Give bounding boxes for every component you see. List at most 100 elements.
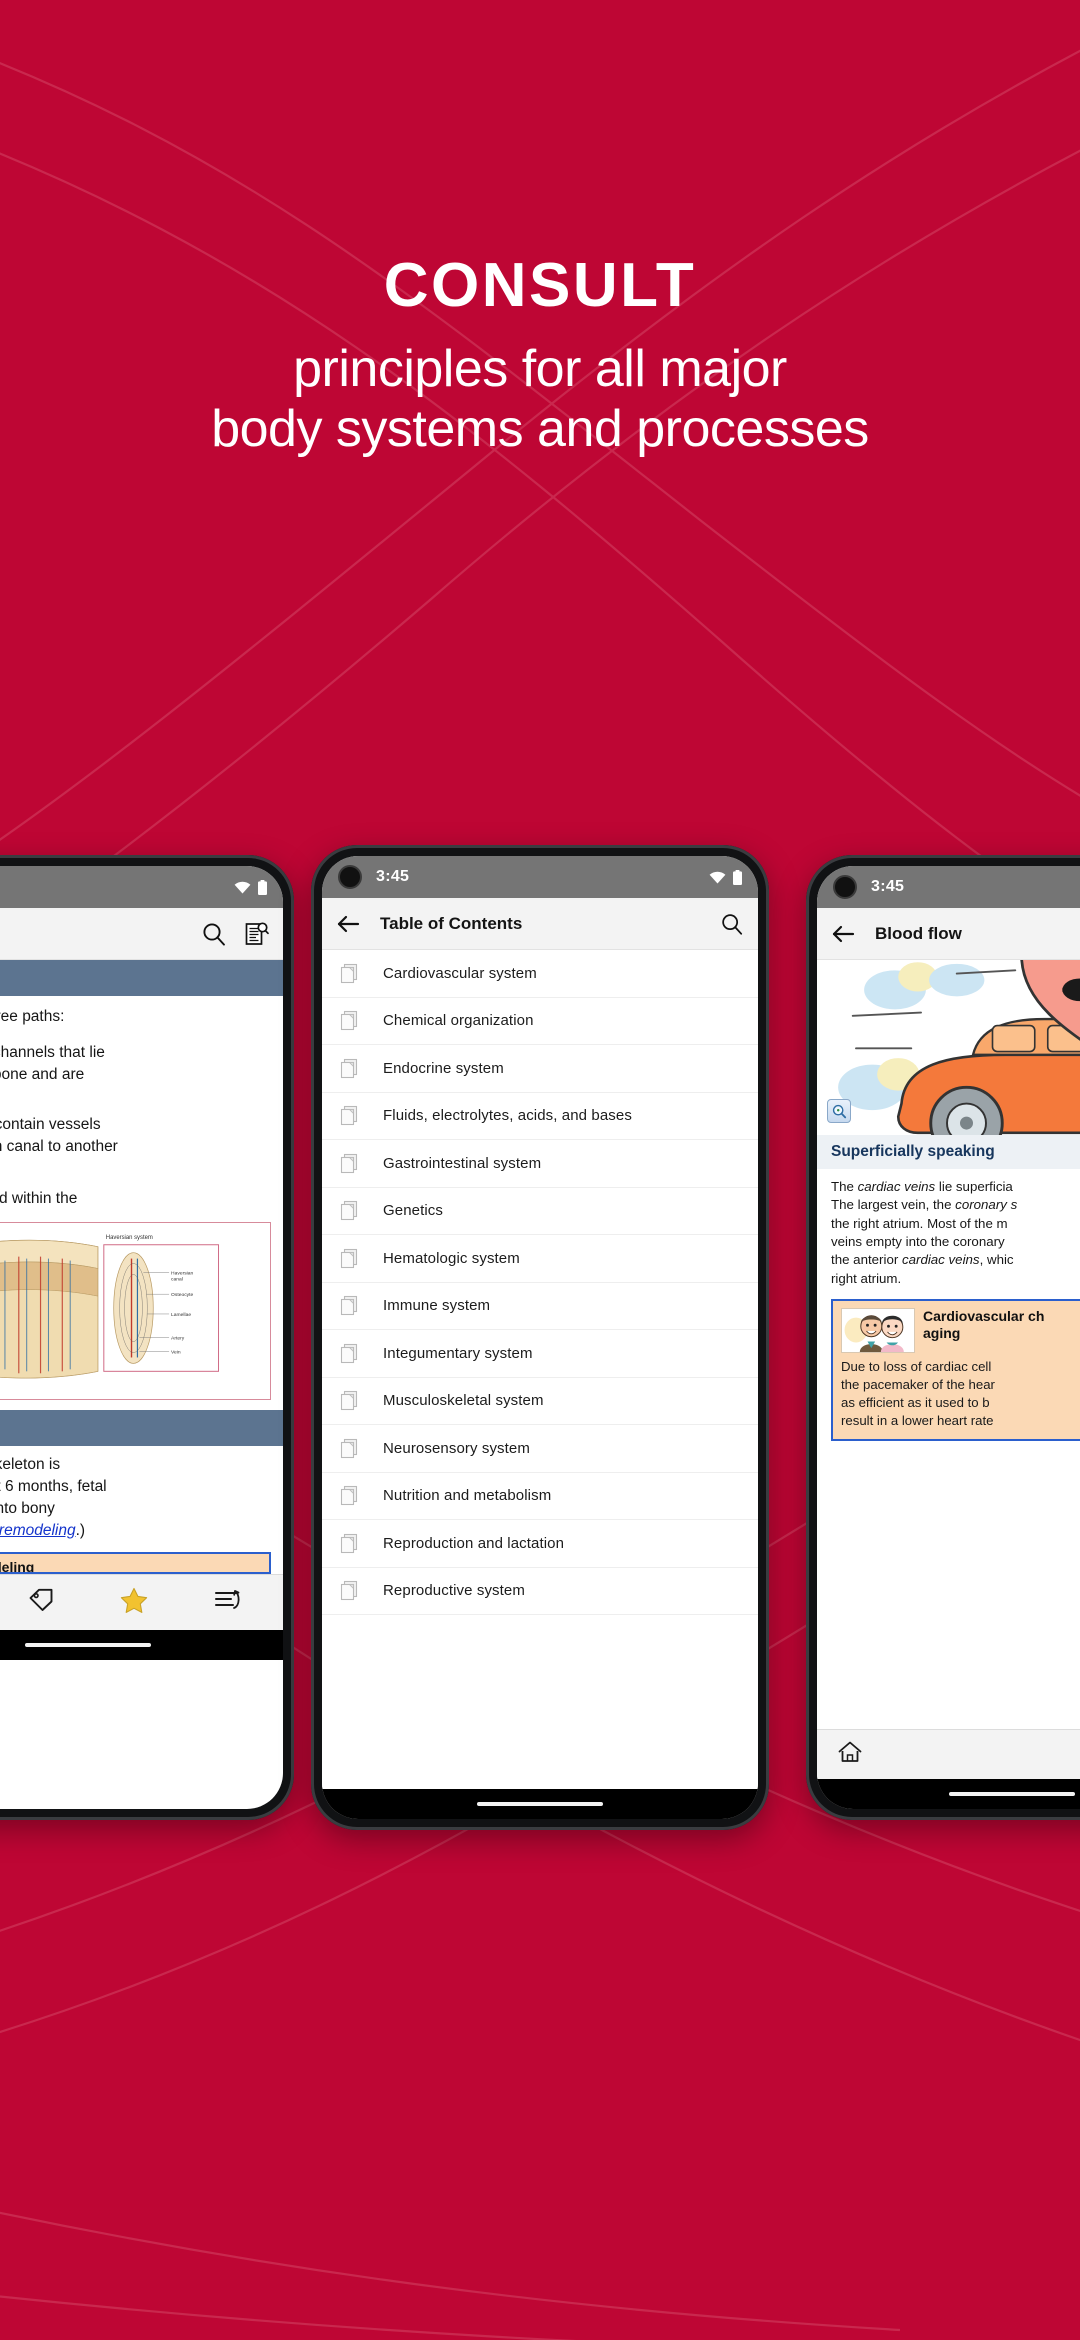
article-line: the anterior cardiac veins, whic <box>831 1252 1014 1268</box>
left-callout-box[interactable]: th and remodeling <box>0 1552 271 1574</box>
table-of-contents-list[interactable]: Cardiovascular system Chemical organizati… <box>322 950 758 1789</box>
status-icons <box>709 869 742 885</box>
section-heading: Superficially speaking <box>817 1135 1080 1169</box>
gesture-bar[interactable] <box>949 1792 1075 1796</box>
elderly-couple-illustration <box>841 1308 915 1354</box>
promo-subtitle-line-2: body systems and processes <box>211 400 869 459</box>
callout-line: Due to loss of cardiac cell <box>841 1359 992 1375</box>
list-item-label: Reproductive system <box>383 1582 525 1600</box>
status-bar-left: 3:45 <box>0 866 283 908</box>
document-icon <box>340 963 359 984</box>
doc-paragraph-1: es through three paths: <box>0 1008 65 1025</box>
list-item[interactable]: Reproduction and lactation <box>322 1520 758 1568</box>
list-item[interactable]: Hematologic system <box>322 1235 758 1283</box>
wifi-icon <box>234 881 251 893</box>
export-list-icon[interactable] <box>214 1588 242 1617</box>
list-item-label: Neurosensory system <box>383 1439 530 1457</box>
article-line: veins empty into the coronary <box>831 1234 1005 1250</box>
figure-label-haversian-canal: Haversian <box>171 1270 193 1276</box>
list-item[interactable]: Integumentary system <box>322 1330 758 1378</box>
document-body-left: es through three paths: nals, minute cha… <box>0 996 283 1400</box>
list-item-label: Gastrointestinal system <box>383 1154 542 1172</box>
gesture-bar[interactable] <box>25 1643 151 1647</box>
doc-paragraph-12: e growth and remodeling.) <box>0 1520 271 1542</box>
callout-title-line-1: Cardiovascular ch <box>923 1308 1045 1325</box>
phone-mockup-right: 3:45 Blood flow Superficially speaking T… <box>806 855 1080 1820</box>
promo-subtitle: principles for all major body systems an… <box>0 339 1080 460</box>
wifi-icon <box>709 871 726 883</box>
phone-left-bezel: 3:45 <box>0 866 283 1809</box>
status-bar-right: 3:45 <box>817 866 1080 908</box>
list-item[interactable]: Reproductive system <box>322 1568 758 1615</box>
figure-label-osteocyte: Osteocyte <box>171 1292 193 1298</box>
callout-body: Due to loss of cardiac cell the pacemaker… <box>841 1358 1080 1430</box>
phone-left-screen: 3:45 <box>0 866 283 1809</box>
search-icon[interactable] <box>720 912 744 936</box>
bottom-bar-right <box>817 1729 1080 1779</box>
camera-hole-icon <box>833 875 857 899</box>
search-icon[interactable] <box>201 921 227 947</box>
page-title: Blood flow <box>875 923 962 943</box>
battery-icon <box>258 879 267 895</box>
document-icon <box>340 1390 359 1411</box>
doc-paragraph-8: bone ends and within the <box>0 1190 78 1207</box>
doc-paragraph-5: anals, which contain vessels <box>0 1114 271 1136</box>
list-item[interactable]: Cardiovascular system <box>322 950 758 998</box>
list-item[interactable]: Nutrition and metabolism <box>322 1473 758 1520</box>
article-line: right atrium. <box>831 1270 902 1286</box>
status-time: 3:45 <box>376 868 410 885</box>
document-heading-band-bottom <box>0 1410 283 1446</box>
list-item[interactable]: Chemical organization <box>322 998 758 1045</box>
left-callout-title: th and remodeling <box>0 1559 35 1574</box>
document-icon <box>340 1200 359 1221</box>
figure-label-haversian-system: Haversian system <box>106 1235 153 1241</box>
gesture-bar[interactable] <box>477 1802 603 1806</box>
callout-title: Cardiovascular ch aging <box>923 1308 1044 1342</box>
list-item-label: Genetics <box>383 1202 443 1220</box>
list-item-label: Endocrine system <box>383 1059 504 1077</box>
list-item[interactable]: Musculoskeletal system <box>322 1378 758 1425</box>
callout-box-cardiovascular-aging[interactable]: Cardiovascular ch aging Due to loss of c… <box>831 1299 1080 1441</box>
status-bar-middle: 3:45 <box>322 856 758 898</box>
list-item[interactable]: Gastrointestinal system <box>322 1140 758 1188</box>
list-item[interactable]: Neurosensory system <box>322 1425 758 1473</box>
battery-icon <box>733 869 742 885</box>
list-item-label: Immune system <box>383 1297 491 1315</box>
zoom-in-icon[interactable] <box>827 1099 851 1123</box>
list-item[interactable]: Genetics <box>322 1188 758 1235</box>
list-item[interactable]: Fluids, electrolytes, acids, and bases <box>322 1093 758 1140</box>
list-item[interactable]: Endocrine system <box>322 1045 758 1093</box>
tag-icon[interactable] <box>28 1588 54 1617</box>
doc-paragraph-6: one haversian canal to another <box>0 1138 118 1155</box>
home-icon[interactable] <box>837 1740 863 1769</box>
document-icon <box>340 1010 359 1031</box>
cartoon-heart-driving-car[interactable]: n o Ah <box>817 960 1080 1135</box>
bone-structure-figure[interactable]: Haversian system Haversian canal Osteocy… <box>0 1222 271 1400</box>
list-item[interactable]: Immune system <box>322 1283 758 1330</box>
list-item-label: Chemical organization <box>383 1012 534 1030</box>
phone-right-bezel: 3:45 Blood flow Superficially speaking T… <box>817 866 1080 1809</box>
phone-mockup-left: 3:45 <box>0 855 294 1820</box>
callout-title-line-2: aging <box>923 1324 961 1341</box>
star-icon[interactable] <box>120 1587 148 1618</box>
figure-label-vein: Vein <box>171 1350 181 1356</box>
document-icon <box>340 1485 359 1506</box>
cross-reference-link[interactable]: e growth and remodeling <box>0 1522 76 1539</box>
phone-right-screen: 3:45 Blood flow Superficially speaking T… <box>817 866 1080 1809</box>
list-item-label: Nutrition and metabolism <box>383 1487 552 1505</box>
doc-paragraph-3: e axis of the bone and are <box>0 1066 85 1083</box>
gesture-bar-area-middle <box>322 1789 758 1819</box>
camera-hole-icon <box>338 865 362 889</box>
back-arrow-icon[interactable] <box>831 924 855 944</box>
document-search-icon[interactable] <box>243 921 269 947</box>
doc-paragraph-7: ter bone <box>0 1158 271 1180</box>
doc-paragraph-5-rest: , which contain vessels <box>0 1116 101 1133</box>
phone-mockup-middle: 3:45 Table of Contents Cardiovascular sy… <box>311 845 769 1830</box>
doc-paragraph-2-rest: , minute channels that lie <box>0 1044 105 1061</box>
callout-header: Cardiovascular ch aging <box>841 1308 1080 1354</box>
back-arrow-icon[interactable] <box>336 914 360 934</box>
doc-paragraph-9: ro, the fetal skeleton is <box>0 1456 61 1473</box>
document-body-left-lower: ro, the fetal skeleton is age. By about … <box>0 1446 283 1574</box>
phone-middle-bezel: 3:45 Table of Contents Cardiovascular sy… <box>322 856 758 1819</box>
app-bar-left <box>0 908 283 960</box>
